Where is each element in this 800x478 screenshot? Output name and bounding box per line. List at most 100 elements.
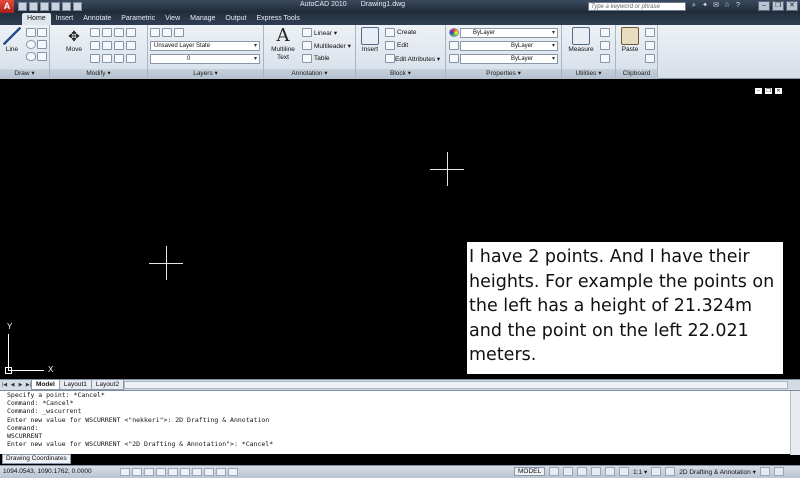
search-input[interactable]: Type a keyword or phrase [588,2,686,11]
communication-icon[interactable]: ✉ [712,1,720,11]
annotation-visibility-icon[interactable] [651,467,662,476]
workspace-switcher[interactable]: 2D Drafting & Annotation ▾ [679,468,756,476]
viewport-close-icon[interactable]: ✕ [775,88,782,94]
polyline-icon[interactable] [26,28,36,37]
tab-layout2[interactable]: Layout2 [90,380,125,390]
color-dropdown[interactable]: ByLayer [460,28,558,38]
linear-dimension-button[interactable]: Linear ▾ [314,29,337,37]
command-window[interactable]: Specify a point: *Cancel* Command: *Canc… [0,390,800,455]
multiline-text-button[interactable]: A Multiline Text [266,27,300,62]
horizontal-scrollbar[interactable] [124,381,788,389]
grid-icon[interactable] [132,468,142,476]
rotate-icon[interactable] [90,28,100,37]
quick-properties-icon[interactable] [228,468,238,476]
first-layout-icon[interactable]: |◀ [1,381,8,389]
model-space-toggle[interactable]: MODEL [514,467,546,476]
quick-view-drawings-icon[interactable] [563,467,574,476]
zoom-icon[interactable] [591,467,602,476]
color-wheel-icon[interactable] [449,28,459,37]
create-block-icon[interactable] [385,28,395,37]
block-panel-label[interactable]: Block ▾ [356,69,445,79]
modify-more-icon[interactable] [126,54,136,63]
trim-icon[interactable] [102,28,112,37]
arc-icon[interactable] [37,52,47,61]
search-icon[interactable]: ⌕ [690,1,698,11]
tab-home[interactable]: Home [22,13,51,25]
layer-freeze-icon[interactable] [162,28,172,37]
annotation-panel-label[interactable]: Annotation ▾ [264,69,355,79]
tab-annotate[interactable]: Annotate [78,13,116,25]
tab-manage[interactable]: Manage [185,13,220,25]
line-button[interactable]: Line [3,27,21,54]
tab-view[interactable]: View [160,13,185,25]
command-scrollbar[interactable] [790,391,800,455]
layer-dropdown[interactable]: 0 [150,54,260,64]
explode-icon[interactable] [114,41,124,50]
layer-lock-icon[interactable] [174,28,184,37]
tab-layout1[interactable]: Layout1 [58,380,92,390]
ducs-icon[interactable] [192,468,202,476]
array-icon[interactable] [102,54,112,63]
layer-state-dropdown[interactable]: Unsaved Layer State [150,41,260,51]
viewport-restore-icon[interactable]: ❐ [765,88,772,94]
linetype-icon[interactable] [449,41,459,50]
polar-icon[interactable] [156,468,166,476]
osnap-icon[interactable] [168,468,178,476]
create-block-button[interactable]: Create [397,29,417,36]
dyn-icon[interactable] [204,468,214,476]
measure-button[interactable]: Measure [564,27,598,54]
rectangle-icon[interactable] [37,28,47,37]
draw-panel-label[interactable]: Draw ▾ [0,69,49,79]
circle-icon[interactable] [26,40,36,49]
scale-icon[interactable] [90,54,100,63]
copy-clip-icon[interactable] [645,41,655,50]
linear-dimension-icon[interactable] [302,28,312,37]
id-point-icon[interactable] [600,54,610,63]
move-button[interactable]: ✥ Move [64,27,84,54]
lineweight-dropdown[interactable]: ByLayer [460,54,558,64]
quick-select-icon[interactable] [600,28,610,37]
restore-icon[interactable]: ❐ [772,1,784,11]
help-icon[interactable]: ? [734,1,742,11]
redo-icon[interactable] [62,2,71,11]
prev-layout-icon[interactable]: ◀ [9,381,16,389]
edit-attributes-icon[interactable] [385,54,395,63]
clean-screen-icon[interactable] [773,467,784,476]
next-layout-icon[interactable]: ▶ [17,381,24,389]
paste-button[interactable]: Paste [618,27,642,54]
coordinates-readout[interactable]: 1094.0543, 1090.1762, 0.0000 [3,468,92,475]
tab-model[interactable]: Model [31,380,60,390]
offset-icon[interactable] [114,54,124,63]
linetype-dropdown[interactable]: ByLayer [460,41,558,51]
edit-block-icon[interactable] [385,41,395,50]
subscription-icon[interactable]: ✦ [701,1,709,11]
match-properties-icon[interactable] [645,54,655,63]
otrack-icon[interactable] [180,468,190,476]
save-icon[interactable] [40,2,49,11]
modify-panel-label[interactable]: Modify ▾ [50,69,147,79]
annotation-scale[interactable]: 1:1 ▾ [633,468,647,476]
close-icon[interactable]: ✕ [786,1,798,11]
ellipse-icon[interactable] [26,52,36,61]
tab-output[interactable]: Output [220,13,251,25]
quick-view-layouts-icon[interactable] [549,467,560,476]
erase-icon[interactable] [114,28,124,37]
copy-icon[interactable] [126,28,136,37]
cut-icon[interactable] [645,28,655,37]
properties-panel-label[interactable]: Properties ▾ [446,69,561,79]
lineweight-toggle-icon[interactable] [216,468,226,476]
plot-icon[interactable] [73,2,82,11]
pan-icon[interactable] [577,467,588,476]
layers-panel-label[interactable]: Layers ▾ [148,69,263,79]
multileader-icon[interactable] [302,41,312,50]
table-button[interactable]: Table [314,55,330,62]
fillet-icon[interactable] [102,41,112,50]
snap-icon[interactable] [120,468,130,476]
hatch-icon[interactable] [37,40,47,49]
steeringwheel-icon[interactable] [605,467,616,476]
open-icon[interactable] [29,2,38,11]
edit-block-button[interactable]: Edit [397,42,408,49]
select-all-icon[interactable] [600,41,610,50]
insert-button[interactable]: Insert [359,27,381,54]
edit-attributes-button[interactable]: Edit Attributes ▾ [395,55,440,63]
